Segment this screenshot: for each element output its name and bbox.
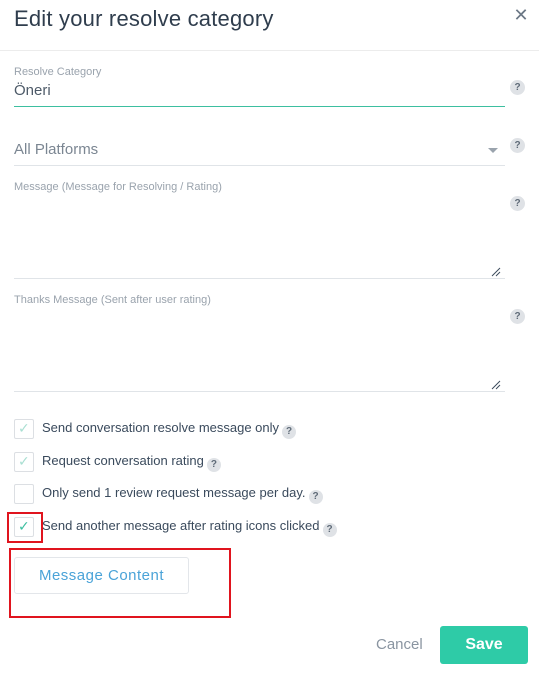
option-send-after-rating: ✓ Send another message after rating icon… [14,517,374,537]
resolve-category-input[interactable]: Öneri [14,82,51,99]
thanks-message-textarea[interactable]: Thanks Message (Sent after user rating) [14,294,211,306]
chevron-down-icon[interactable] [488,148,498,153]
platform-underline [14,165,505,166]
resolve-category-underline [14,106,505,107]
checkbox[interactable] [14,484,34,504]
resize-handle-icon[interactable] [491,267,501,277]
option-resolve-message-only: ✓ Send conversation resolve message only… [14,419,334,439]
help-icon[interactable]: ? [322,523,337,537]
option-label: Send another message after rating icons … [42,518,320,533]
option-request-rating: ✓ Request conversation rating? [14,452,334,472]
help-icon[interactable]: ? [510,309,525,324]
help-icon[interactable]: ? [206,458,221,472]
checkbox-highlight [7,512,43,543]
cancel-button[interactable]: Cancel [376,636,423,653]
resolve-category-label: Resolve Category [14,66,102,78]
help-icon[interactable]: ? [282,425,297,439]
help-icon[interactable]: ? [510,138,525,153]
message-textarea[interactable]: Message (Message for Resolving / Rating) [14,181,222,193]
thanks-message-underline [14,391,505,392]
option-label: Only send 1 review request message per d… [42,485,306,500]
option-one-review-per-day: Only send 1 review request message per d… [14,484,374,504]
checkbox[interactable]: ✓ [14,419,34,439]
dialog-title: Edit your resolve category [14,6,274,31]
help-icon[interactable]: ? [510,80,525,95]
resize-handle-icon[interactable] [491,380,501,390]
platform-select[interactable]: All Platforms [14,141,98,158]
checkbox[interactable]: ✓ [14,452,34,472]
header-divider [0,50,539,51]
help-icon[interactable]: ? [510,196,525,211]
message-underline [14,278,505,279]
close-icon[interactable]: ✕ [512,4,530,26]
option-label: Send conversation resolve message only [42,420,280,435]
help-icon[interactable]: ? [308,490,323,504]
option-label: Request conversation rating [42,453,204,468]
check-icon: ✓ [18,453,30,469]
save-button[interactable]: Save [440,626,528,664]
message-content-button[interactable]: Message Content [14,557,189,594]
check-icon: ✓ [18,420,30,436]
